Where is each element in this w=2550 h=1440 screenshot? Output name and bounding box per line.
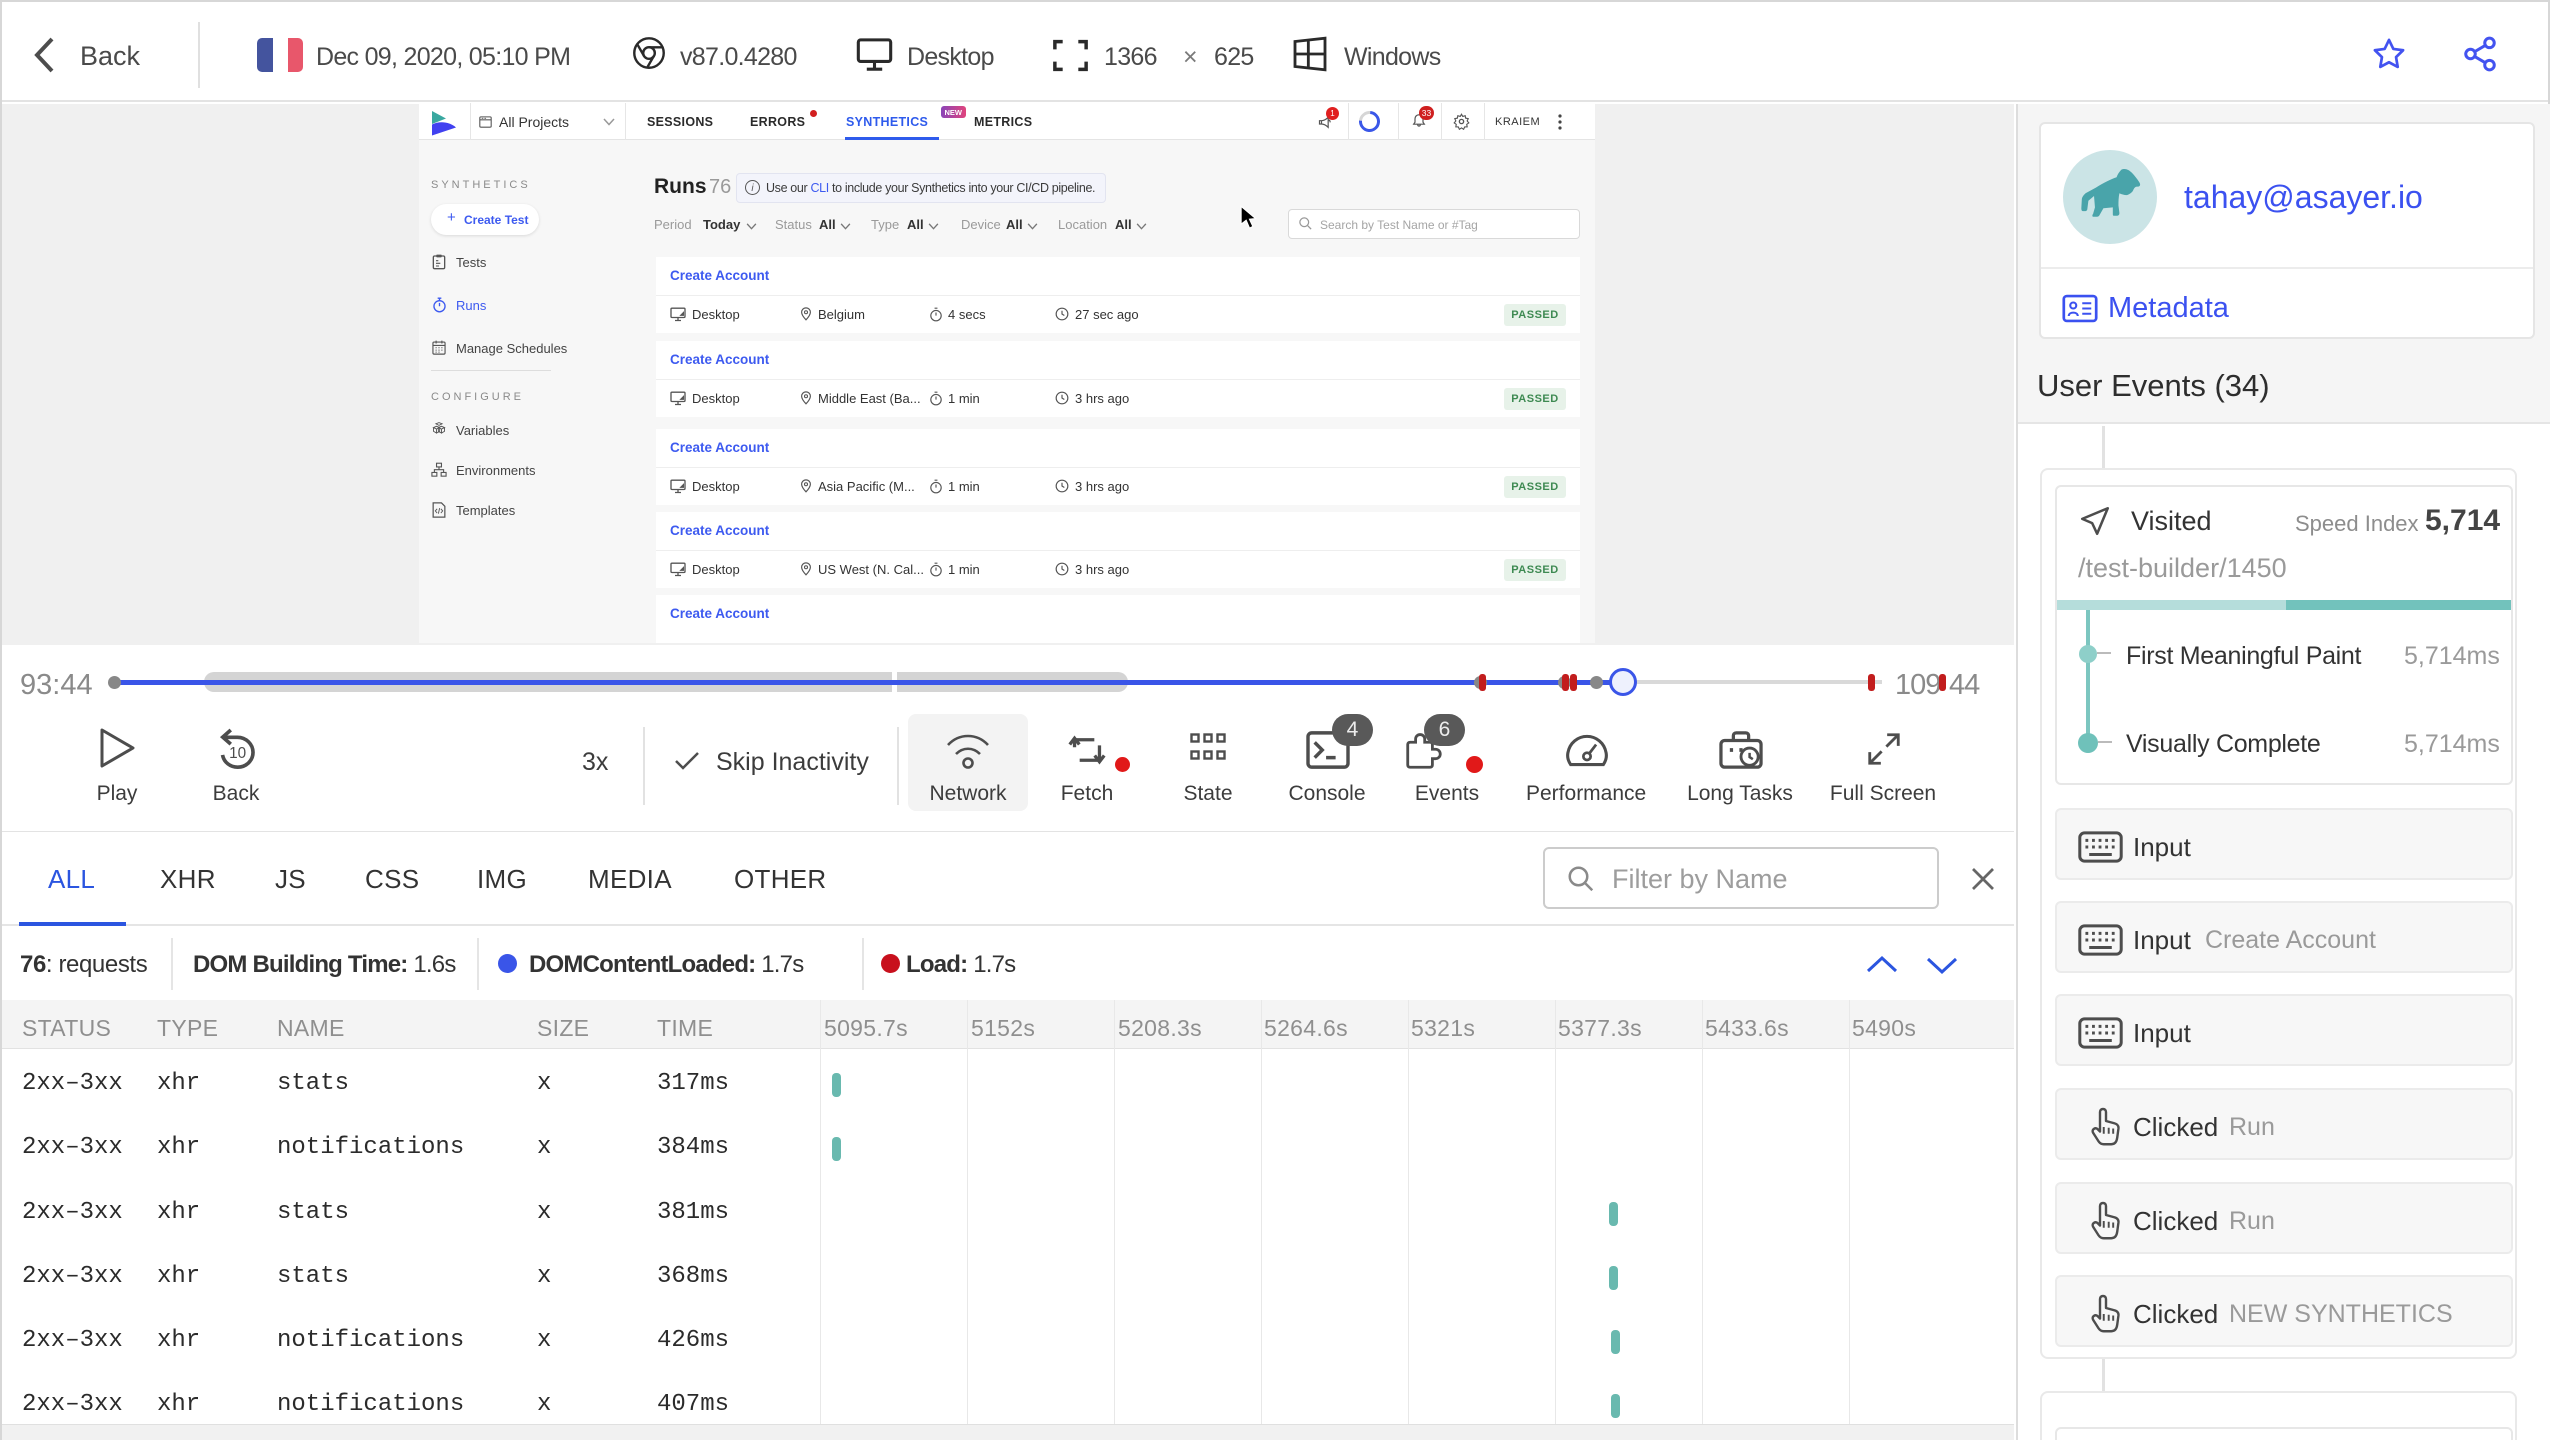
svg-text:10: 10 [229, 745, 246, 762]
